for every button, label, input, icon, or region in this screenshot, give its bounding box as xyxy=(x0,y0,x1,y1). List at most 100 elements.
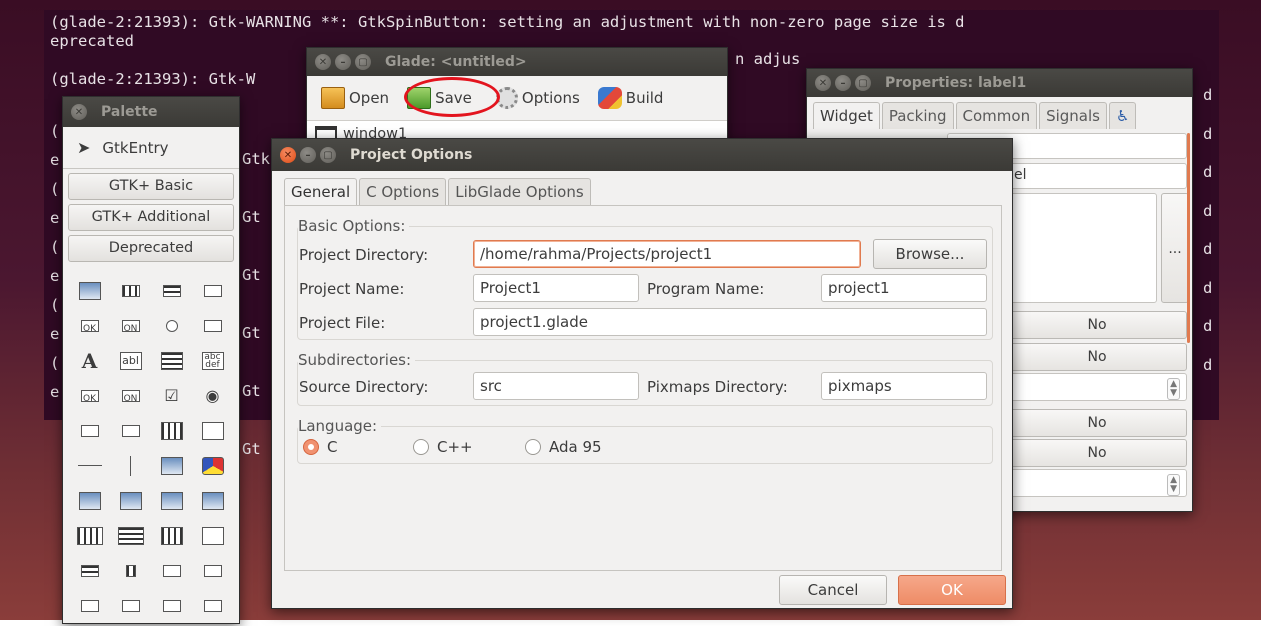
hscale-widget-icon[interactable] xyxy=(69,413,110,448)
label-multiline-field[interactable] xyxy=(1007,193,1157,303)
maximize-icon[interactable]: ▢ xyxy=(355,54,371,70)
hbox-widget-icon[interactable] xyxy=(69,518,110,553)
cancel-button[interactable]: Cancel xyxy=(779,575,887,605)
spin-field[interactable]: ▲ ▼ xyxy=(1007,469,1187,497)
toolbar-widget-icon[interactable] xyxy=(151,273,192,308)
close-icon[interactable]: ✕ xyxy=(315,54,331,70)
tab-c-options[interactable]: C Options xyxy=(359,178,447,205)
scrolled-widget-icon[interactable] xyxy=(151,588,192,623)
label-widget-icon[interactable]: A xyxy=(69,343,110,378)
frame-widget-icon[interactable] xyxy=(69,588,110,623)
menubar-widget-icon[interactable] xyxy=(110,273,151,308)
tab-libglade-options[interactable]: LibGlade Options xyxy=(448,178,591,205)
grid-widget-icon[interactable] xyxy=(151,518,192,553)
toggle-no-button[interactable]: No xyxy=(1007,439,1187,467)
viewport-widget-icon[interactable] xyxy=(192,588,233,623)
open-button[interactable]: Open xyxy=(315,84,395,112)
tab-widget[interactable]: Widget xyxy=(813,102,880,129)
vbuttonbox-widget-icon[interactable] xyxy=(110,553,151,588)
browse-button[interactable]: Browse... xyxy=(873,239,987,269)
about-dialog-widget-icon[interactable] xyxy=(192,483,233,518)
close-icon[interactable]: ✕ xyxy=(280,147,296,163)
palette-group-deprecated[interactable]: Deprecated xyxy=(68,235,234,262)
palette-titlebar[interactable]: ✕ Palette xyxy=(63,97,239,127)
gear-icon xyxy=(495,87,518,109)
ellipsis-button[interactable]: ... xyxy=(1161,193,1189,303)
label-text-field[interactable]: el xyxy=(1007,163,1187,189)
window-widget-icon[interactable] xyxy=(69,273,110,308)
alignment-widget-icon[interactable] xyxy=(151,553,192,588)
palette-group-gtk-basic[interactable]: GTK+ Basic xyxy=(68,173,234,200)
image-widget-icon[interactable] xyxy=(151,448,192,483)
radio-widget-icon[interactable] xyxy=(151,308,192,343)
spin-widget-icon[interactable] xyxy=(192,308,233,343)
ok-button[interactable]: OK xyxy=(898,575,1006,605)
radio-button-widget-icon[interactable]: ◉ xyxy=(192,378,233,413)
glade-toolbar: Open Save Options Build xyxy=(307,76,727,120)
source-directory-input[interactable]: src xyxy=(473,372,639,400)
spin-arrows-icon[interactable]: ▲ ▼ xyxy=(1167,378,1180,400)
toggle-no-button[interactable]: No xyxy=(1007,311,1187,339)
entry-widget-icon[interactable]: abl xyxy=(110,343,151,378)
language-c-radio[interactable]: C xyxy=(303,438,337,456)
close-icon[interactable]: ✕ xyxy=(71,104,87,120)
vseparator-widget-icon[interactable] xyxy=(110,448,151,483)
hseparator-widget-icon[interactable] xyxy=(69,448,110,483)
calendar-widget-icon[interactable] xyxy=(192,413,233,448)
pixmaps-directory-input[interactable]: pixmaps xyxy=(821,372,987,400)
terminal-fragment: ( xyxy=(50,122,60,140)
language-ada-radio[interactable]: Ada 95 xyxy=(525,438,602,456)
layout-widget-icon[interactable] xyxy=(192,553,233,588)
properties-titlebar[interactable]: ✕ – ▢ Properties: label1 xyxy=(807,69,1192,97)
fixed-widget-icon[interactable] xyxy=(192,518,233,553)
toggle-no-button[interactable]: No xyxy=(1007,343,1187,371)
font-dialog-widget-icon[interactable] xyxy=(151,483,192,518)
notebook-widget-icon[interactable] xyxy=(110,588,151,623)
hbuttonbox-widget-icon[interactable] xyxy=(69,553,110,588)
file-dialog-widget-icon[interactable] xyxy=(110,483,151,518)
terminal-fragment: Gt xyxy=(242,382,261,400)
textview-widget-icon[interactable] xyxy=(151,343,192,378)
dialog-widget-icon[interactable] xyxy=(69,483,110,518)
checkbox-widget-icon[interactable]: ☑ xyxy=(151,378,192,413)
tab-signals[interactable]: Signals xyxy=(1039,102,1107,129)
on-toggle-widget-icon[interactable]: ON xyxy=(110,378,151,413)
project-name-input[interactable]: Project1 xyxy=(473,274,639,302)
project-directory-input[interactable]: /home/rahma/Projects/project1 xyxy=(473,240,861,268)
statusbar-widget-icon[interactable] xyxy=(192,273,233,308)
ok-button-widget-icon[interactable]: OK xyxy=(69,378,110,413)
progress-widget-icon[interactable] xyxy=(110,413,151,448)
save-button[interactable]: Save xyxy=(401,84,478,112)
spin-field[interactable]: ▲ ▼ xyxy=(1007,373,1187,401)
properties-tabs: Widget Packing Common Signals ♿ xyxy=(807,97,1192,129)
toggle-button-widget-icon[interactable]: ON xyxy=(110,308,151,343)
table-widget-icon[interactable] xyxy=(151,413,192,448)
options-button[interactable]: Options xyxy=(490,84,586,112)
spin-arrows-icon[interactable]: ▲ ▼ xyxy=(1167,474,1180,496)
build-button[interactable]: Build xyxy=(592,84,670,112)
dialog-titlebar[interactable]: ✕ – ▢ Project Options xyxy=(272,139,1012,171)
project-file-input[interactable]: project1.glade xyxy=(473,308,987,336)
button-widget-icon[interactable]: OK xyxy=(69,308,110,343)
color-widget-icon[interactable] xyxy=(192,448,233,483)
minimize-icon[interactable]: – xyxy=(300,147,316,163)
program-name-input[interactable]: project1 xyxy=(821,274,987,302)
tab-packing[interactable]: Packing xyxy=(881,102,954,129)
minimize-icon[interactable]: – xyxy=(335,54,351,70)
vbox-widget-icon[interactable] xyxy=(110,518,151,553)
language-cpp-radio[interactable]: C++ xyxy=(413,438,473,456)
tab-general[interactable]: General xyxy=(284,178,358,205)
maximize-icon[interactable]: ▢ xyxy=(855,75,871,91)
toggle-no-button[interactable]: No xyxy=(1007,409,1187,437)
glade-titlebar[interactable]: ✕ – ▢ Glade: <untitled> xyxy=(307,48,727,76)
terminal-fragment: n adjus xyxy=(735,50,801,68)
tab-accessibility[interactable]: ♿ xyxy=(1109,102,1137,129)
close-icon[interactable]: ✕ xyxy=(815,75,831,91)
tab-common[interactable]: Common xyxy=(955,102,1038,129)
palette-selector[interactable]: ➤ GtkEntry xyxy=(63,127,239,169)
palette-group-gtk-additional[interactable]: GTK+ Additional xyxy=(68,204,234,231)
minimize-icon[interactable]: – xyxy=(835,75,851,91)
combo-widget-icon[interactable]: abc def xyxy=(192,343,233,378)
scrollbar[interactable] xyxy=(1187,133,1190,343)
maximize-icon[interactable]: ▢ xyxy=(320,147,336,163)
